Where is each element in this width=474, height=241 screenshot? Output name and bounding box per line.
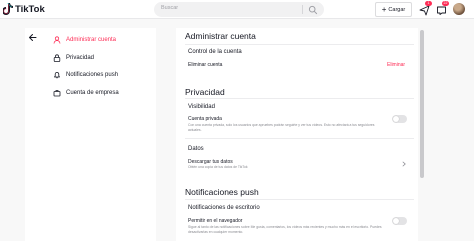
back-arrow-icon[interactable] [28, 33, 37, 42]
visibility-title: Visibilidad [188, 104, 215, 110]
search-icon[interactable] [308, 5, 318, 15]
manage-account-title: Administrar cuenta [185, 31, 256, 41]
delete-account-button[interactable]: Eliminar [387, 62, 405, 68]
allow-in-browser-description: Sigue al tanto de las notificaciones sob… [188, 225, 382, 234]
sidebar-item-label: Cuenta de empresa [66, 90, 119, 96]
sidebar-item-manage-account[interactable]: Administrar cuenta [53, 34, 116, 46]
download-data-description: Obtén una copia de tus datos de TikTok [188, 165, 248, 169]
divider [185, 44, 414, 45]
settings-sidebar: Administrar cuenta Privacidad Notificaci… [25, 28, 156, 241]
settings-content: Administrar cuenta Control de la cuenta … [176, 28, 418, 241]
allow-in-browser-label: Permitir en el navegador [188, 218, 243, 224]
search-placeholder: Buscar [161, 5, 179, 11]
sidebar-item-label: Notificaciones push [66, 72, 119, 78]
private-account-description: Con una cuenta privada, solo los usuario… [188, 123, 375, 132]
tiktok-logo[interactable]: TikTok [3, 3, 45, 15]
sidebar-item-label: Administrar cuenta [66, 37, 117, 43]
inbox-button[interactable]: 22 [436, 1, 449, 15]
messages-badge: 1 [425, 1, 432, 6]
upload-label: Cargar [388, 6, 406, 13]
scrollbar[interactable] [420, 30, 424, 178]
sidebar-item-push-notifications[interactable]: Notificaciones push [53, 69, 118, 81]
lock-icon [53, 54, 61, 62]
private-account-toggle[interactable] [392, 115, 407, 123]
allow-in-browser-toggle[interactable] [392, 217, 407, 225]
push-notifications-title: Notificaciones push [185, 187, 259, 197]
person-icon [53, 36, 61, 44]
messages-button[interactable]: 1 [419, 1, 432, 16]
sidebar-item-business-account[interactable]: Cuenta de empresa [53, 87, 119, 99]
inbox-badge: 22 [442, 1, 449, 6]
avatar[interactable] [453, 3, 465, 15]
brand-name: TikTok [15, 3, 45, 15]
divider [185, 138, 414, 139]
sidebar-item-label: Privacidad [66, 55, 95, 61]
paper-plane-icon [419, 5, 430, 16]
sidebar-item-privacy[interactable]: Privacidad [53, 52, 94, 64]
account-control-title: Control de la cuenta [188, 49, 242, 55]
private-account-label: Cuenta privada [188, 116, 222, 122]
top-bar: TikTok Buscar + Cargar 1 22 [0, 0, 474, 19]
data-section-title: Datos [188, 146, 204, 152]
privacy-title: Privacidad [185, 87, 225, 97]
upload-button[interactable]: + Cargar [375, 2, 412, 17]
chevron-right-icon[interactable] [401, 161, 407, 167]
search-divider [302, 5, 303, 14]
tiktok-logo-icon [3, 3, 13, 15]
search-input[interactable]: Buscar [154, 2, 324, 17]
bell-icon [54, 72, 60, 79]
divider [185, 98, 414, 99]
divider [185, 199, 414, 200]
business-icon [53, 90, 61, 97]
delete-account-label: Eliminar cuenta [188, 62, 223, 68]
inbox-icon [437, 6, 446, 15]
plus-icon: + [381, 4, 387, 14]
desktop-notifications-title: Notificaciones de escritorio [188, 205, 260, 211]
